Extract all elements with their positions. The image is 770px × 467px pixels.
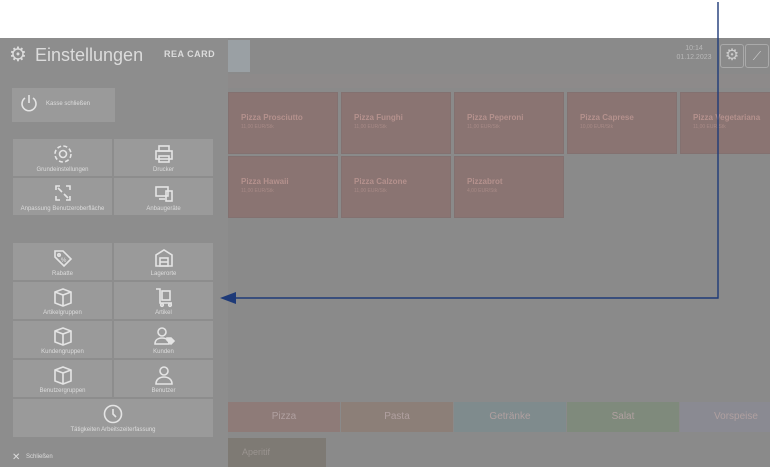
clock-display: 10:14 01.12.2023 (668, 44, 720, 62)
settings-tile-label: Kunden (153, 349, 174, 355)
product-tile[interactable]: Pizzabrot 4,00 EUR/Stk (454, 156, 564, 218)
settings-tile-benutzergruppen[interactable]: Benutzergruppen (12, 359, 113, 398)
devices-icon (154, 186, 173, 202)
settings-tile-tätigkeiten-arbeitszeiterfassung[interactable]: Tätigkeiten Arbeitszeiterfassung (12, 398, 214, 438)
settings-tile-label: Benutzergruppen (39, 388, 86, 394)
user-icon (154, 366, 173, 385)
customer-tag-icon (153, 327, 175, 346)
close-cash-label: Kasse schließen (46, 101, 91, 107)
product-price: 11,00 EUR/Stk (354, 124, 387, 130)
product-tile[interactable]: Pizza Peperoni 11,00 EUR/Stk (454, 92, 564, 154)
settings-tile-kundengruppen[interactable]: Kundengruppen (12, 320, 113, 359)
settings-tile-benutzer[interactable]: Benutzer (113, 359, 214, 398)
category-pasta[interactable]: Pasta (341, 402, 453, 432)
product-name: Pizza Caprese (580, 113, 634, 122)
settings-tile-artikel[interactable]: Artikel (113, 281, 214, 320)
category-pizza[interactable]: Pizza (228, 402, 340, 432)
close-cash-button[interactable]: Kasse schließen (12, 88, 115, 122)
settings-tile-label: Lagerorte (150, 271, 177, 277)
product-tile[interactable]: Pizza Caprese 10,00 EUR/Stk (567, 92, 677, 154)
settings-tile-drucker[interactable]: Drucker (113, 138, 214, 177)
settings-tile-grundeinstellungen[interactable]: Grundeinstellungen (12, 138, 113, 177)
settings-tile-rabatte[interactable]: % Rabatte (12, 242, 113, 281)
settings-tile-label: Anpassung Benutzeroberfläche (20, 206, 105, 212)
product-price: 10,00 EUR/Stk (580, 124, 614, 130)
product-name: Pizza Calzone (354, 177, 407, 186)
product-price: 11,00 EUR/Stk (241, 188, 274, 194)
product-price: 11,00 EUR/Stk (693, 124, 726, 130)
product-tile[interactable]: Pizza Calzone 11,00 EUR/Stk (341, 156, 451, 218)
product-name: Pizza Vegetariana (693, 113, 761, 122)
product-name: Pizza Prosciutto (241, 113, 303, 122)
close-icon: ✕ (12, 452, 21, 463)
settings-tile-anbaugeräte[interactable]: Anbaugeräte (113, 177, 214, 216)
product-price: 11,00 EUR/Stk (354, 188, 387, 194)
product-name: Pizza Funghi (354, 113, 403, 122)
close-button[interactable]: ✕ Schließen (0, 449, 228, 467)
settings-tile-label: Benutzer (151, 388, 176, 394)
settings-tile-anpassung-benutzeroberfläche[interactable]: Anpassung Benutzeroberfläche (12, 177, 113, 216)
close-label: Schließen (26, 454, 53, 460)
settings-tile-artikelgruppen[interactable]: Artikelgruppen (12, 281, 113, 320)
date-text: 01.12.2023 (676, 54, 712, 61)
product-tile[interactable]: Pizza Prosciutto 11,00 EUR/Stk (228, 92, 338, 154)
app-window: 10:14 01.12.2023 ⚙ ⟋ Pizza Prosciutto 11,… (0, 38, 770, 467)
product-tile[interactable]: Pizza Vegetariana 11,00 EUR/Stk (680, 92, 770, 154)
settings-tile-lagerorte[interactable]: Lagerorte (113, 242, 214, 281)
pos-strip (228, 74, 770, 88)
time-text: 10:14 (685, 45, 703, 52)
box-icon (53, 327, 72, 346)
svg-text:%: % (61, 258, 67, 264)
settings-tile-label: Artikel (155, 310, 172, 316)
brand-logo: REA CARD (164, 49, 216, 59)
warehouse-icon (154, 249, 173, 267)
statistics-icon[interactable]: ⟋ (745, 44, 769, 68)
settings-tile-kunden[interactable]: Kunden (113, 320, 214, 359)
product-name: Pizza Hawaii (241, 177, 289, 186)
pos-tab[interactable] (228, 40, 250, 72)
category-getränke[interactable]: Getränke (454, 402, 566, 432)
product-price: 11,00 EUR/Stk (241, 124, 274, 130)
category-vorspeise[interactable]: Vorspeise (680, 402, 770, 432)
panel-title: Einstellungen (35, 45, 144, 65)
settings-panel: ⚙ Einstellungen REA CARD Kasse schließen… (0, 38, 228, 467)
gear-icon (53, 145, 72, 163)
clock-icon (103, 404, 123, 424)
product-name: Pizza Peperoni (467, 113, 524, 122)
product-name: Pizzabrot (467, 177, 503, 186)
settings-tile-label: Grundeinstellungen (36, 167, 89, 173)
settings-tile-label: Tätigkeiten Arbeitszeiterfassung (70, 427, 156, 433)
product-tile[interactable]: Pizza Funghi 11,00 EUR/Stk (341, 92, 451, 154)
fullscreen-icon (54, 185, 71, 201)
product-tile[interactable]: Pizza Hawaii 11,00 EUR/Stk (228, 156, 338, 218)
product-price: 11,00 EUR/Stk (467, 124, 500, 130)
printer-icon (154, 145, 173, 163)
settings-tile-label: Kundengruppen (41, 349, 84, 355)
gear-icon: ⚙ (9, 44, 27, 66)
discount-tag-icon: % (53, 250, 72, 268)
product-price: 4,00 EUR/Stk (467, 188, 498, 194)
power-icon (21, 95, 37, 112)
settings-tile-label: Anbaugeräte (146, 206, 181, 212)
settings-gear-icon[interactable]: ⚙ (720, 44, 744, 68)
category-salat[interactable]: Salat (567, 402, 679, 432)
category-aperitif[interactable]: Aperitif (228, 438, 326, 467)
settings-tile-label: Drucker (152, 167, 174, 173)
settings-tile-label: Artikelgruppen (43, 310, 82, 316)
box-icon (53, 288, 72, 307)
cart-item-icon (155, 288, 172, 308)
box-icon (53, 366, 72, 385)
settings-tile-label: Rabatte (51, 271, 73, 277)
